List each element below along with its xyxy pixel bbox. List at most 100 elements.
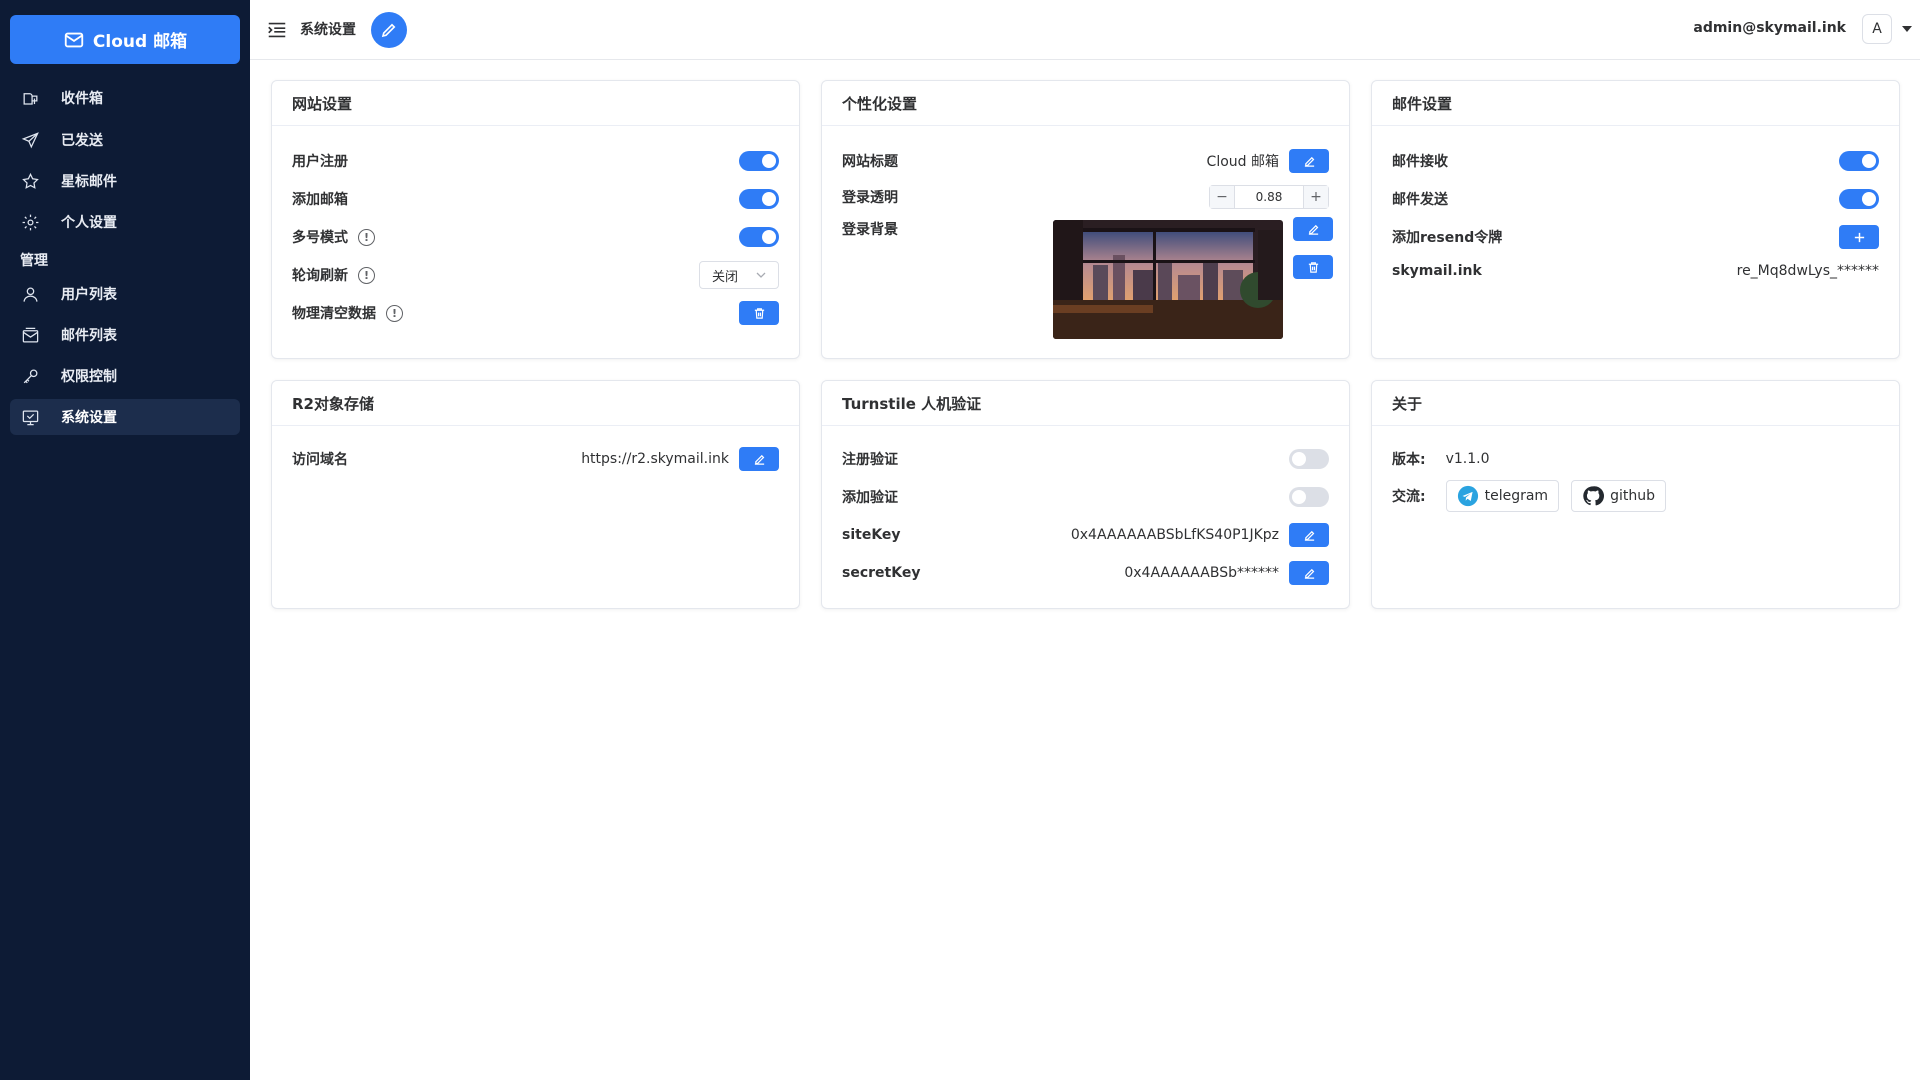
edit-secret-key-button[interactable] [1289,561,1329,585]
background-illustration [1053,220,1283,339]
sidebar: Cloud 邮箱 收件箱 已发送 星标邮件 个人设置 管理 用户列表 邮件列表 … [0,0,250,1080]
user-register-toggle[interactable] [739,151,779,171]
sidebar-item-mails[interactable]: 邮件列表 [10,317,240,353]
setting-row-secret-key: secretKey 0x4AAAAAABSb****** [842,557,1329,589]
login-background-image [1053,220,1283,339]
telegram-label: telegram [1484,488,1549,504]
chevron-down-icon [756,272,766,278]
setting-label: 用户注册 [292,154,348,170]
add-mailbox-toggle[interactable] [739,189,779,209]
sidebar-item-permissions[interactable]: 权限控制 [10,358,240,394]
add-resend-token-button[interactable] [1839,225,1879,249]
edit-login-bg-button[interactable] [1293,217,1333,241]
card-title: 个性化设置 [822,81,1349,126]
user-icon [20,284,40,304]
setting-label: 多号模式 [292,230,348,246]
setting-row-mail-receive: 邮件接收 [1392,145,1879,177]
info-icon[interactable]: ! [386,304,403,322]
site-key-value: 0x4AAAAAABSbLfKS40P1JKpz [1070,527,1279,543]
r2-domain-value: https://r2.skymail.ink [581,451,729,467]
sidebar-item-label: 个人设置 [61,215,117,231]
setting-label: 网站标题 [842,154,898,170]
setting-label: 邮件接收 [1392,154,1448,170]
edit-site-key-button[interactable] [1289,523,1329,547]
sidebar-item-label: 收件箱 [61,91,103,107]
star-icon [20,171,40,191]
clear-data-button[interactable] [739,301,779,325]
avatar[interactable]: A [1862,14,1892,44]
setting-row-login-opacity: 登录透明 − 0.88 + [842,181,1329,213]
setting-row-mail-send: 邮件发送 [1392,183,1879,215]
info-icon[interactable]: ! [358,266,375,284]
site-title-value: Cloud 邮箱 [1206,154,1279,170]
setting-label: 邮件发送 [1392,192,1448,208]
poll-refresh-select[interactable]: 关闭 [699,261,779,289]
sidebar-item-label: 权限控制 [61,369,117,385]
edit-fab-button[interactable] [371,12,407,48]
sidebar-item-sent[interactable]: 已发送 [10,122,240,158]
header: 系统设置 admin@skymail.ink A [250,0,1920,60]
monitor-icon [20,407,40,427]
sidebar-item-system-settings[interactable]: 系统设置 [10,399,240,435]
stepper-value[interactable]: 0.88 [1234,186,1304,208]
edit-r2-domain-button[interactable] [739,447,779,471]
pencil-icon [1304,530,1314,541]
key-icon [20,366,40,386]
card-turnstile: Turnstile 人机验证 注册验证 添加验证 siteKey 0x4AAAA… [821,380,1350,609]
setting-row-poll-refresh: 轮询刷新! 关闭 [292,259,779,291]
secret-key-value: 0x4AAAAAABSb****** [1124,565,1279,581]
setting-label: 添加验证 [842,490,898,506]
github-icon [1583,486,1605,506]
card-title: 关于 [1372,381,1899,426]
brand-button[interactable]: Cloud 邮箱 [10,15,240,64]
telegram-icon [1457,485,1478,507]
sidebar-item-personal-settings[interactable]: 个人设置 [10,204,240,240]
delete-login-bg-button[interactable] [1293,255,1333,279]
trash-icon [1308,261,1318,273]
mail-receive-toggle[interactable] [1839,151,1879,171]
send-icon [20,130,40,150]
brand-name: Cloud 邮箱 [92,32,188,52]
setting-row-site-key: siteKey 0x4AAAAAABSbLfKS40P1JKpz [842,519,1329,551]
chevron-down-icon[interactable] [1902,26,1912,32]
pencil-icon [1308,224,1318,235]
plus-icon[interactable]: + [1304,186,1328,208]
contact-label: 交流: [1392,489,1426,505]
version-value: v1.1.0 [1445,451,1490,467]
pencil-icon [381,23,396,38]
setting-label: 添加邮箱 [292,192,348,208]
setting-label: 登录背景 [842,222,898,238]
select-value: 关闭 [712,269,739,285]
sidebar-item-starred[interactable]: 星标邮件 [10,163,240,199]
github-label: github [1610,488,1655,504]
mail-send-toggle[interactable] [1839,189,1879,209]
card-title: R2对象存储 [272,381,799,426]
card-site-settings: 网站设置 用户注册 添加邮箱 多号模式! 轮询刷新! 关闭 物理清空数据! [271,80,800,359]
setting-label: 登录透明 [842,190,898,206]
pencil-icon [1304,568,1314,579]
breadcrumb: 系统设置 [300,22,356,38]
sidebar-item-users[interactable]: 用户列表 [10,276,240,312]
menu-collapse-icon[interactable] [266,19,288,41]
setting-row-r2-domain: 访问域名 https://r2.skymail.ink [292,443,779,475]
add-verify-toggle[interactable] [1289,487,1329,507]
login-opacity-stepper[interactable]: − 0.88 + [1209,185,1329,209]
resend-domain: skymail.ink [1392,263,1482,279]
pencil-icon [1304,156,1314,167]
register-verify-toggle[interactable] [1289,449,1329,469]
card-title: 网站设置 [272,81,799,126]
trash-icon [754,307,764,319]
pencil-icon [754,454,764,465]
about-contact-row: 交流: telegram github [1392,479,1666,513]
edit-site-title-button[interactable] [1289,149,1329,173]
github-link[interactable]: github [1571,480,1666,512]
setting-label: 注册验证 [842,452,898,468]
minus-icon[interactable]: − [1210,186,1234,208]
telegram-link[interactable]: telegram [1445,480,1560,512]
setting-row-physical-clear: 物理清空数据! [292,297,779,329]
sidebar-item-inbox[interactable]: 收件箱 [10,80,240,116]
mail-icon [64,32,84,47]
setting-row-user-register: 用户注册 [292,145,779,177]
info-icon[interactable]: ! [358,228,375,246]
multi-mode-toggle[interactable] [739,227,779,247]
